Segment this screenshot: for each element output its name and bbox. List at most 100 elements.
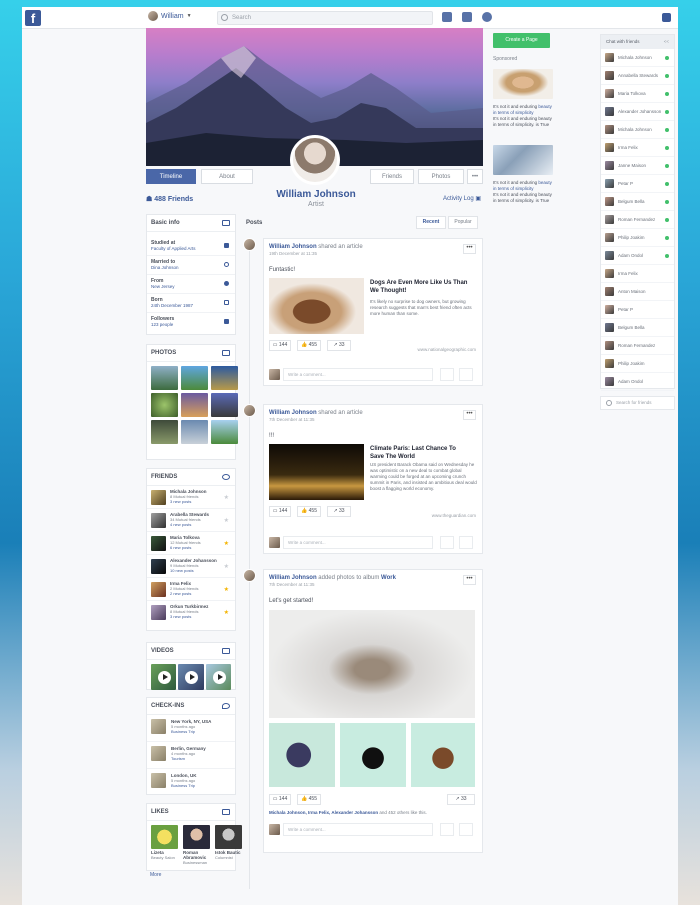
star-icon[interactable]: ★ <box>224 586 229 593</box>
video-thumb[interactable] <box>151 664 177 690</box>
star-icon[interactable]: ★ <box>224 517 229 524</box>
chat-contact[interactable]: Petar P <box>601 175 674 193</box>
friend-item[interactable]: Irma Felix 2 Mutual friends 2 new posts … <box>147 578 235 601</box>
comment-count-button[interactable]: ▭ 144 <box>269 794 291 805</box>
emoji-icon[interactable] <box>459 368 473 381</box>
comment-count-button[interactable]: ▭ 144 <box>269 506 291 517</box>
photo-thumb[interactable] <box>181 393 208 417</box>
share-count-button[interactable]: ↗ 33 <box>327 506 351 517</box>
chat-contact[interactable]: Janne Maison <box>601 157 674 175</box>
like-item[interactable]: Istok Bautic Columnist <box>215 825 242 865</box>
videos-header[interactable]: VIDEOS <box>147 643 235 660</box>
chat-search-input[interactable]: Search for friends <box>600 396 675 410</box>
activity-log-link[interactable]: Activity Log ▣ <box>443 195 481 202</box>
article-image[interactable] <box>269 278 364 334</box>
ad-image[interactable] <box>493 145 553 175</box>
star-icon[interactable]: ★ <box>224 540 229 547</box>
checkin-item[interactable]: London, UK 5 months ago Business Trip <box>147 769 235 796</box>
friend-item[interactable]: Alexander Johansson 9 Mutual friends 10 … <box>147 555 235 578</box>
create-page-button[interactable]: Create a Page <box>493 33 550 48</box>
photos-header[interactable]: PHOTOS <box>147 345 235 362</box>
comment-input[interactable]: Write a comment... <box>283 368 433 381</box>
article-image[interactable] <box>269 444 364 500</box>
friend-item[interactable]: Maria Tolkova 12 Mutual friends 6 new po… <box>147 532 235 555</box>
chat-contact[interactable]: Michala Johnson <box>601 121 674 139</box>
article-title[interactable]: Climate Paris: Last Chance To Save The W… <box>370 445 470 461</box>
chat-contact[interactable]: Roman Fernandez <box>601 337 674 355</box>
friends-count[interactable]: ☗ 488 Friends <box>146 195 193 203</box>
album-main-photo[interactable] <box>269 610 475 718</box>
photo-thumb[interactable] <box>211 393 238 417</box>
chat-contact[interactable]: Petar P <box>601 301 674 319</box>
emoji-icon[interactable] <box>459 536 473 549</box>
article-title[interactable]: Dogs Are Even More Like Us Than We Thoug… <box>370 279 470 295</box>
chat-contact[interactable]: Alexander Johansson <box>601 103 674 121</box>
chat-contact[interactable]: Irma Felix <box>601 265 674 283</box>
collapse-chat-button[interactable]: << <box>664 35 669 49</box>
chat-contact[interactable]: Irma Felix <box>601 139 674 157</box>
star-icon[interactable]: ★ <box>224 563 229 570</box>
photo-thumb[interactable] <box>151 366 178 390</box>
user-menu[interactable]: William ▼ <box>148 11 192 21</box>
album-link[interactable]: Work <box>381 575 396 581</box>
like-item[interactable]: Roman Abramovic Businessman <box>183 825 210 865</box>
friend-item[interactable]: Orkun Turkbirmez 8 Mutual friends 3 new … <box>147 601 235 624</box>
more-tabs-button[interactable]: ••• <box>467 169 483 184</box>
chat-contact[interactable]: Maria Tolkova <box>601 85 674 103</box>
friend-requests-icon[interactable] <box>442 12 452 22</box>
post-options-button[interactable]: ••• <box>463 575 476 585</box>
ad-image[interactable] <box>493 69 553 99</box>
tab-popular[interactable]: Popular <box>448 216 478 229</box>
checkins-header[interactable]: CHECK-INS <box>147 698 235 715</box>
photo-thumb[interactable] <box>181 420 208 444</box>
comment-input[interactable]: Write a comment... <box>283 823 433 836</box>
post-options-button[interactable]: ••• <box>463 244 476 254</box>
liked-by-names[interactable]: Michala Johnson, Irma Felix, Alexander J… <box>269 810 378 815</box>
tab-recent[interactable]: Recent <box>416 216 446 229</box>
friends-header[interactable]: FRIENDS <box>147 469 235 486</box>
chat-contact[interactable]: Annabella Stewards <box>601 67 674 85</box>
star-icon[interactable]: ★ <box>224 609 229 616</box>
likes-header[interactable]: LIKES <box>147 804 235 821</box>
camera-icon[interactable] <box>440 536 454 549</box>
comment-count-button[interactable]: ▭ 144 <box>269 340 291 351</box>
like-count-button[interactable]: 👍 455 <box>297 506 321 517</box>
album-photo[interactable] <box>411 723 475 787</box>
search-input[interactable]: Search <box>217 11 433 25</box>
chat-contact[interactable]: Adam Ondol <box>601 373 674 391</box>
chat-contact[interactable]: Philip Joakim <box>601 355 674 373</box>
post-author[interactable]: William Johnson <box>269 410 317 416</box>
share-count-button[interactable]: ↗ 33 <box>447 794 475 805</box>
photo-thumb[interactable] <box>181 366 208 390</box>
album-photo[interactable] <box>340 723 406 787</box>
tab-friends[interactable]: Friends <box>370 169 414 184</box>
tab-photos[interactable]: Photos <box>418 169 464 184</box>
star-icon[interactable]: ★ <box>224 494 229 501</box>
like-count-button[interactable]: 👍 455 <box>297 794 321 805</box>
photo-thumb[interactable] <box>151 393 178 417</box>
messages-icon[interactable] <box>462 12 472 22</box>
emoji-icon[interactable] <box>459 823 473 836</box>
like-count-button[interactable]: 👍 455 <box>297 340 321 351</box>
comment-input[interactable]: Write a comment... <box>283 536 433 549</box>
tab-timeline[interactable]: Timeline <box>146 169 196 184</box>
album-photo[interactable] <box>269 723 335 787</box>
chat-contact[interactable]: Adam Ondol <box>601 247 674 265</box>
facebook-logo-icon[interactable]: f <box>25 10 41 26</box>
checkin-item[interactable]: New York, NY, USA 5 months ago Business … <box>147 715 235 742</box>
checkin-item[interactable]: Berlin, Germany 4 months ago Tourism <box>147 742 235 769</box>
photo-thumb[interactable] <box>151 420 178 444</box>
chat-contact[interactable]: Michala Johnson <box>601 49 674 67</box>
likes-more-link[interactable]: More <box>150 872 161 878</box>
settings-icon[interactable] <box>662 13 671 22</box>
video-thumb[interactable] <box>205 664 231 690</box>
friend-item[interactable]: Michala Johnson 8 Mutual friends 3 new p… <box>147 486 235 509</box>
share-count-button[interactable]: ↗ 33 <box>327 340 351 351</box>
chat-contact[interactable]: Anton Maison <box>601 283 674 301</box>
chat-contact[interactable]: Roman Fernandez <box>601 211 674 229</box>
like-item[interactable]: Lizeta Beauty Salon <box>151 825 178 865</box>
photo-thumb[interactable] <box>211 420 238 444</box>
video-thumb[interactable] <box>178 664 204 690</box>
post-options-button[interactable]: ••• <box>463 410 476 420</box>
tab-about[interactable]: About <box>201 169 253 184</box>
